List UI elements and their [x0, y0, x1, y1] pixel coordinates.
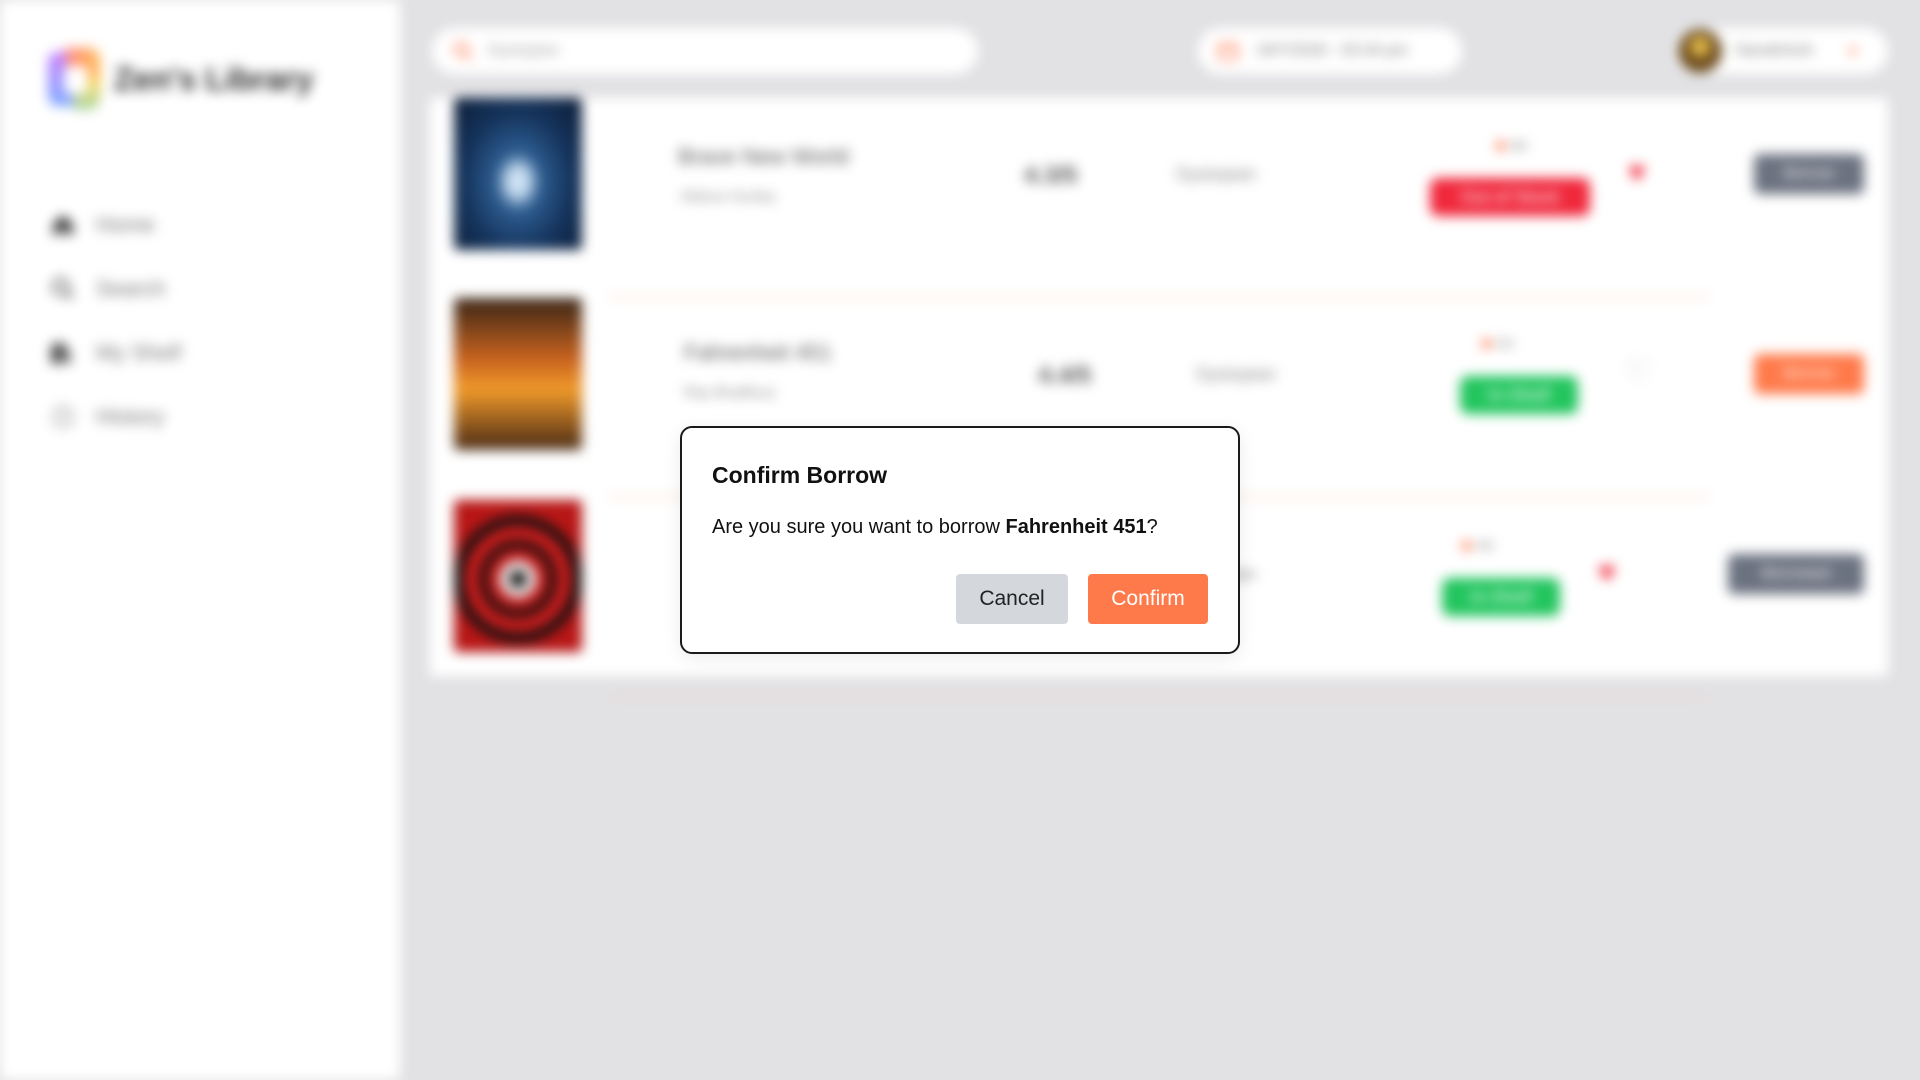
- book-title[interactable]: Fahrenheit 451: [684, 340, 832, 366]
- book-cover[interactable]: [454, 500, 582, 652]
- book-rating: 4.3/5: [1024, 162, 1078, 189]
- location: ● B4: [1494, 132, 1527, 158]
- cancel-button[interactable]: Cancel: [956, 574, 1068, 624]
- status-badge: In-Shelf: [1460, 376, 1578, 414]
- user-name: Nandinhoh: [1736, 42, 1814, 59]
- user-menu[interactable]: Nandinhoh ▼: [1674, 28, 1888, 74]
- location-code: E3: [1497, 335, 1514, 351]
- search-icon: [453, 41, 473, 61]
- row-divider: [610, 696, 1708, 698]
- datetime-display: 18/7/2026 - 03:34 pm: [1198, 28, 1462, 74]
- status-badge: Out of Stock: [1430, 178, 1590, 216]
- dialog-title: Confirm Borrow: [712, 462, 888, 488]
- avatar: [1678, 29, 1722, 73]
- map-pin-icon: ●: [1494, 132, 1508, 157]
- borrowed-button[interactable]: Borrowed: [1728, 554, 1864, 594]
- shelf-icon: [48, 338, 78, 368]
- map-pin-icon: ●: [1480, 330, 1494, 355]
- favorite-heart-icon[interactable]: ♡: [1624, 358, 1651, 388]
- app-logo[interactable]: Zen's Library: [48, 48, 314, 110]
- history-icon: [48, 402, 78, 432]
- book-genre: Dystopian: [1176, 164, 1257, 184]
- sidebar: Zen's Library Home Search My Shelf Histo…: [0, 0, 400, 1080]
- home-icon: [48, 210, 78, 240]
- dialog-message-suffix: ?: [1146, 516, 1158, 538]
- dialog-message-prefix: Are you sure you want to borrow: [712, 516, 1006, 538]
- dialog-book-title: Fahrenheit 451: [1005, 516, 1147, 538]
- book-rating: 4.4/5: [1038, 362, 1092, 389]
- location: ● R2: [1460, 532, 1494, 558]
- location-cell: ● B4 Out of Stock: [1430, 98, 1600, 298]
- favorite-heart-icon[interactable]: ♥: [1598, 558, 1616, 588]
- location-cell: ● E3 In-Shelf: [1460, 298, 1600, 498]
- sidebar-item-search[interactable]: Search: [48, 274, 182, 304]
- app-name: Zen's Library: [114, 60, 314, 97]
- calendar-icon: [1218, 43, 1238, 61]
- sidebar-nav: Home Search My Shelf History: [48, 210, 182, 432]
- book-cover[interactable]: [454, 98, 582, 250]
- sidebar-item-label: Search: [96, 276, 166, 301]
- location-code: B4: [1511, 137, 1528, 153]
- book-genre: Dystopian: [1196, 364, 1277, 384]
- book-author: Aldous Huxley: [680, 188, 776, 205]
- confirm-borrow-dialog: Confirm Borrow Are you sure you want to …: [680, 426, 1240, 654]
- book-author: Ray Bradbury: [684, 384, 776, 401]
- dialog-message: Are you sure you want to borrow Fahrenhe…: [712, 516, 1158, 539]
- status-badge: In-Shelf: [1442, 578, 1560, 616]
- sidebar-item-label: Home: [96, 212, 155, 237]
- borrow-button[interactable]: Borrow: [1754, 154, 1864, 194]
- logo-icon: [48, 48, 102, 110]
- book-title[interactable]: Brave New World: [678, 144, 849, 170]
- sidebar-item-label: History: [96, 404, 165, 429]
- chevron-down-icon: ▼: [1846, 43, 1860, 59]
- sidebar-item-home[interactable]: Home: [48, 210, 182, 240]
- sidebar-item-history[interactable]: History: [48, 402, 182, 432]
- location: ● E3: [1480, 330, 1513, 356]
- confirm-button[interactable]: Confirm: [1088, 574, 1208, 624]
- location-code: R2: [1477, 537, 1494, 553]
- table-row: Brave New World Aldous Huxley 4.3/5 Dyst…: [430, 98, 1888, 298]
- location-cell: ● R2 In-Shelf: [1442, 498, 1582, 698]
- datetime-text: 18/7/2026 - 03:34 pm: [1256, 42, 1409, 59]
- book-cover[interactable]: [454, 298, 582, 450]
- search-value: Dystopian: [488, 42, 560, 59]
- sidebar-item-label: My Shelf: [96, 340, 182, 365]
- search-icon: [48, 274, 78, 304]
- sidebar-item-my-shelf[interactable]: My Shelf: [48, 338, 182, 368]
- favorite-heart-icon[interactable]: ♥: [1628, 158, 1646, 188]
- map-pin-icon: ●: [1460, 532, 1474, 557]
- search-input[interactable]: Dystopian: [432, 28, 978, 74]
- borrow-button[interactable]: Borrow: [1754, 354, 1864, 394]
